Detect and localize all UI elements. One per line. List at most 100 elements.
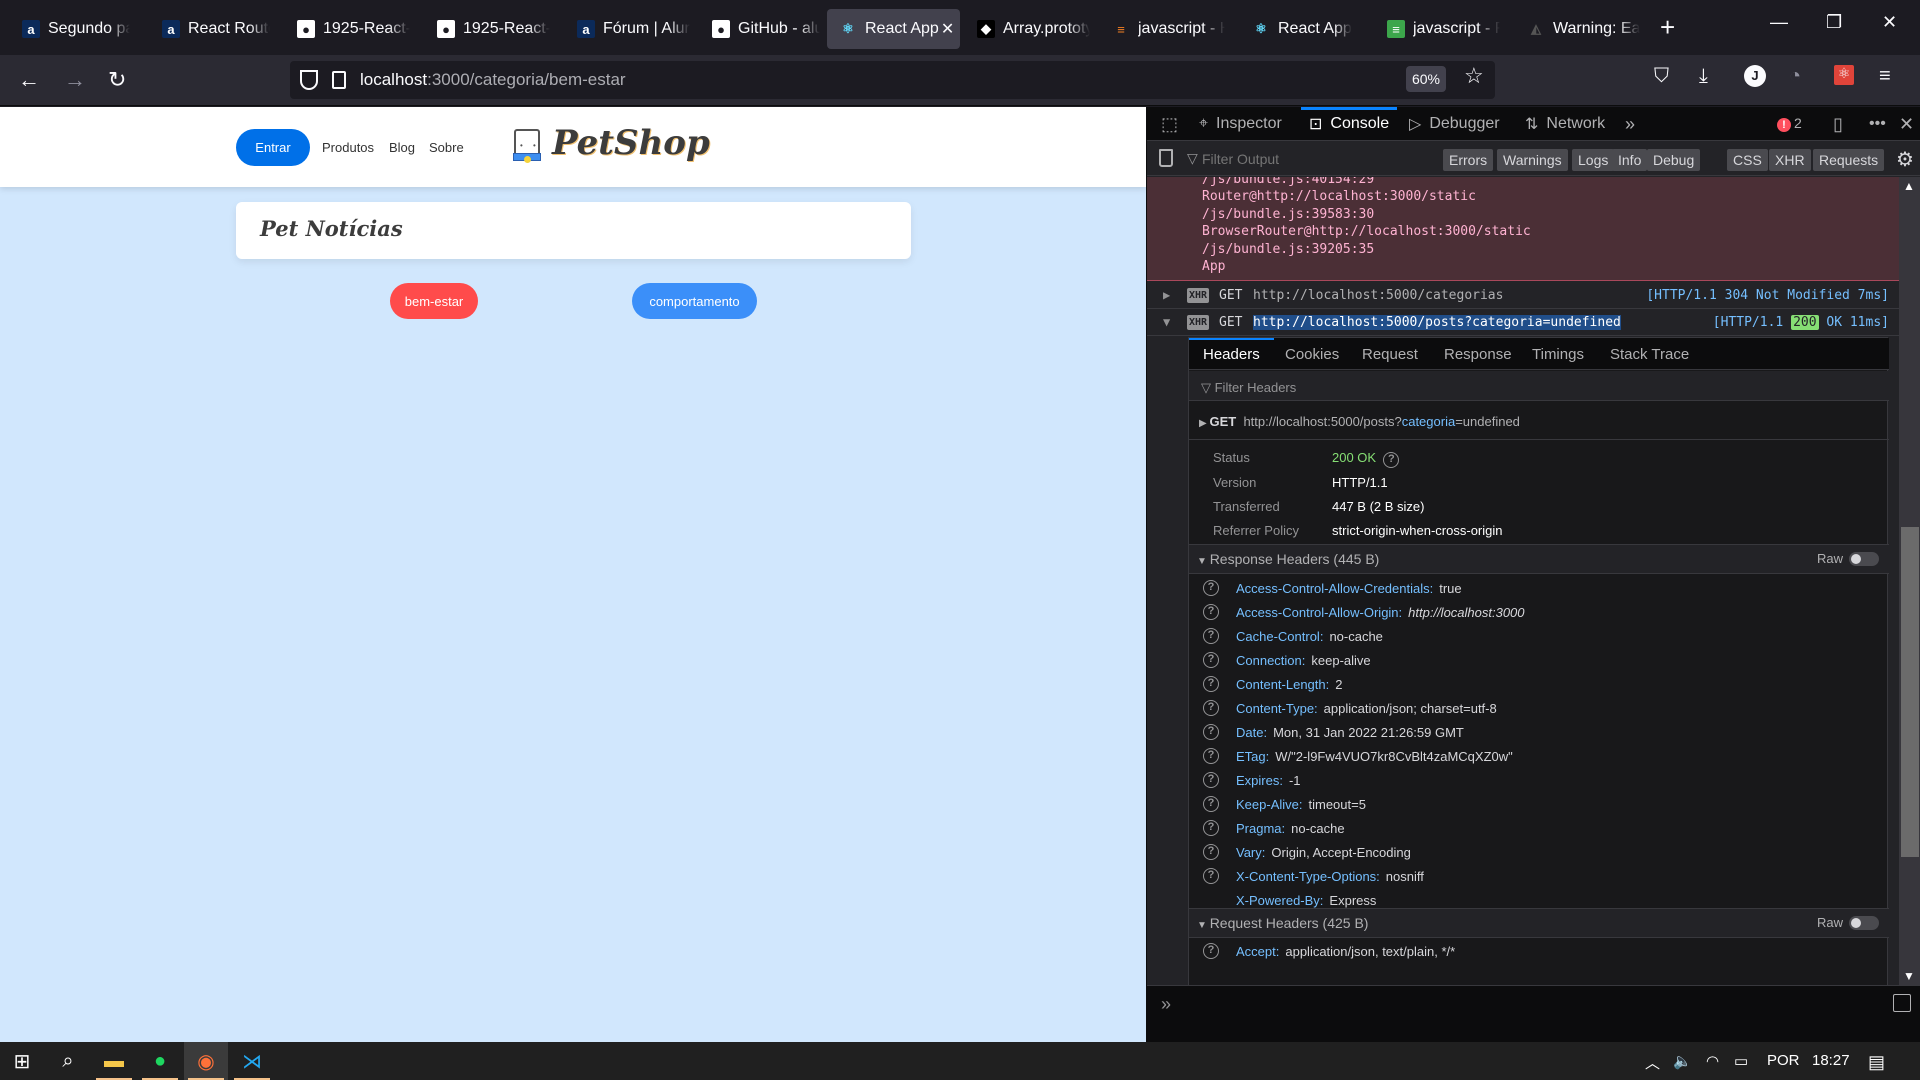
browser-tab[interactable]: ⚛ React App [1240,9,1370,49]
browser-tab[interactable]: ●1925-React-F [285,9,410,49]
new-tab-button[interactable]: + [1660,12,1675,43]
help-icon[interactable]: ? [1203,844,1219,860]
firefox-icon[interactable]: ◉ [184,1042,228,1080]
tab-timings[interactable]: Timings [1532,338,1584,370]
browser-tab[interactable]: a Fórum | Alura [565,9,690,49]
help-icon[interactable]: ? [1203,820,1219,836]
tab-headers[interactable]: Headers [1189,338,1274,370]
console-input[interactable] [1187,994,1847,1018]
raw-toggle[interactable]: Raw [1817,915,1879,930]
help-icon[interactable]: ? [1203,604,1219,620]
restore-icon[interactable]: ❐ [1826,12,1842,33]
category-button-bem-estar[interactable]: bem-estar [390,283,478,319]
help-icon[interactable]: ? [1203,748,1219,764]
help-icon[interactable]: ? [1203,628,1219,644]
browser-tab[interactable]: ◭ Warning: Eac [1515,9,1640,49]
scroll-down-icon[interactable]: ▼ [1903,969,1915,983]
tab-request[interactable]: Request [1362,338,1418,370]
filter-errors-button[interactable]: Errors [1443,149,1494,171]
filter-warnings-button[interactable]: Warnings [1497,149,1568,171]
timer-extension-icon[interactable]: ◔ [1789,65,1801,88]
tab-stack-trace[interactable]: Stack Trace [1610,338,1689,370]
expand-triangle-icon[interactable]: ▶ [1163,288,1170,302]
tab-inspector[interactable]: ⌖ Inspector [1199,107,1282,141]
menu-icon[interactable]: ≡ [1879,65,1891,88]
zoom-level-button[interactable]: 60% [1406,66,1446,92]
help-icon[interactable]: ? [1203,580,1219,596]
editor-mode-icon[interactable] [1893,994,1911,1012]
more-options-icon[interactable]: ••• [1869,107,1886,141]
url-bar[interactable]: localhost:3000/categoria/bem-estar [290,61,1495,99]
vscode-icon[interactable]: ⋊ [230,1042,274,1080]
browser-tab-active[interactable]: ⚛ React App ✕ [827,9,960,49]
url-text[interactable]: localhost:3000/categoria/bem-estar [360,70,626,90]
console-scrollbar[interactable]: ▲ ▼ [1899,177,1920,985]
file-explorer-icon[interactable]: ▬ [92,1042,136,1080]
filter-info-button[interactable]: Info [1612,149,1648,171]
windows-start-icon[interactable]: ⊞ [0,1042,44,1080]
reload-icon[interactable]: ↻ [108,67,126,93]
help-icon[interactable]: ? [1203,724,1219,740]
browser-tab[interactable]: ≡ javascript - H [1100,9,1225,49]
language-indicator[interactable]: POR [1767,1052,1800,1069]
browser-tab[interactable]: ●GitHub - alura [700,9,820,49]
search-icon[interactable]: ⌕ [46,1042,90,1080]
scroll-up-icon[interactable]: ▲ [1903,179,1915,193]
request-headers-section[interactable]: ▼ Request Headers (425 B) Raw [1189,908,1889,938]
filter-output-input[interactable] [1202,151,1402,167]
tab-cookies[interactable]: Cookies [1285,338,1339,370]
help-icon[interactable]: ? [1383,452,1400,468]
browser-tab[interactable]: ◆ Array.prototy [965,9,1090,49]
response-headers-section[interactable]: ▼ Response Headers (445 B) Raw [1189,544,1889,574]
responsive-mode-icon[interactable]: ▯ [1833,107,1843,141]
settings-gear-icon[interactable]: ⚙ [1896,147,1914,172]
shield-icon[interactable] [300,70,318,90]
help-icon[interactable]: ? [1203,700,1219,716]
filter-css-button[interactable]: CSS [1727,149,1768,171]
react-devtools-icon[interactable]: ⚛ [1834,65,1854,85]
nav-link-produtos[interactable]: Produtos [322,140,374,155]
filter-xhr-button[interactable]: XHR [1769,149,1811,171]
tab-debugger[interactable]: ▷ Debugger [1409,107,1500,141]
xhr-log-row-expanded[interactable]: ▼ XHR GET http://localhost:5000/posts?ca… [1147,309,1899,336]
category-button-comportamento[interactable]: comportamento [632,283,757,319]
help-icon[interactable]: ? [1203,943,1219,959]
help-icon[interactable]: ? [1203,772,1219,788]
wifi-icon[interactable]: ◠ [1706,1052,1719,1070]
tab-network[interactable]: ⇅ Network [1525,107,1605,141]
error-count-badge[interactable]: ! 2 [1777,115,1802,132]
nav-link-blog[interactable]: Blog [389,140,415,155]
element-picker-icon[interactable]: ⬚ [1161,107,1178,141]
browser-tab[interactable]: ≡ javascript - R [1375,9,1500,49]
filter-headers-input[interactable]: ▽ Filter Headers [1189,371,1889,401]
spotify-icon[interactable]: ● [138,1042,182,1080]
collapse-triangle-icon[interactable]: ▼ [1163,315,1170,329]
scrollbar-thumb[interactable] [1901,527,1919,857]
battery-icon[interactable]: ▭ [1734,1052,1748,1070]
nav-link-sobre[interactable]: Sobre [429,140,464,155]
browser-tab[interactable]: ●1925-React-F [425,9,550,49]
back-icon[interactable]: ← [18,67,40,93]
filter-debug-button[interactable]: Debug [1647,149,1701,171]
xhr-log-row[interactable]: ▶ XHR GET http://localhost:5000/categori… [1147,282,1899,309]
tab-response[interactable]: Response [1444,338,1512,370]
help-icon[interactable]: ? [1203,868,1219,884]
petshop-logo[interactable]: • • PetShop [510,123,710,163]
close-tab-icon[interactable]: ✕ [941,19,954,39]
help-icon[interactable]: ? [1203,676,1219,692]
volume-icon[interactable]: 🔈 [1673,1052,1692,1070]
raw-toggle[interactable]: Raw [1817,551,1879,566]
notifications-icon[interactable]: ▤ [1868,1052,1885,1073]
forward-icon[interactable]: → [64,67,86,93]
clear-console-icon[interactable] [1159,149,1173,167]
filter-requests-button[interactable]: Requests [1813,149,1885,171]
browser-tab[interactable]: aSegundo par [10,9,130,49]
filter-logs-button[interactable]: Logs [1572,149,1615,171]
expand-triangle-icon[interactable]: ▶ [1199,418,1209,429]
login-button[interactable]: Entrar [236,129,310,166]
tab-console[interactable]: ⊡ Console [1300,107,1398,141]
help-icon[interactable]: ? [1203,652,1219,668]
bookmark-star-icon[interactable]: ☆ [1464,63,1484,89]
more-tabs-icon[interactable]: » [1625,107,1635,141]
close-devtools-icon[interactable]: ✕ [1899,107,1914,141]
